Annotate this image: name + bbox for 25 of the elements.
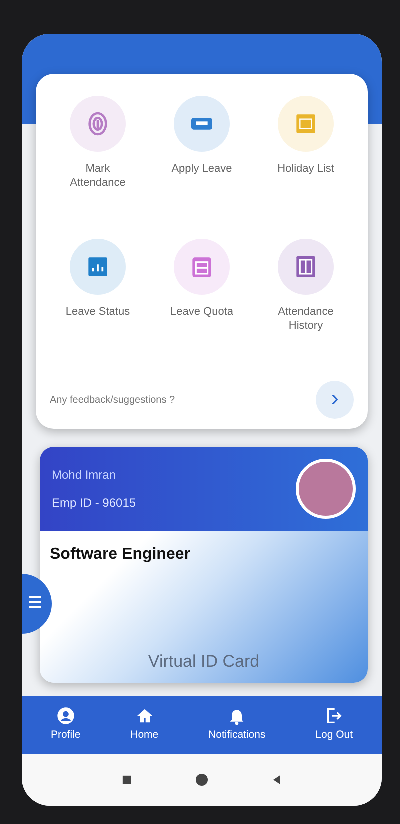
tile-label: Leave Quota [170,304,234,319]
tile-label: Mark Attendance [69,162,127,191]
employee-name: Mohd Imran [52,467,118,484]
designation: Software Engineer [49,545,192,566]
nav-item[interactable]: Profile [50,706,81,744]
nav-item[interactable]: Log Out [316,706,354,744]
tile-label: Holiday List [276,162,336,176]
next-button[interactable]: › [316,381,354,420]
employee-id: Emp ID - 96015 [52,495,136,512]
tile-label: Apply Leave [170,162,234,176]
menu-tile[interactable]: Leave Status [58,238,138,334]
menu-tile[interactable]: Holiday List [266,96,346,191]
nav-item[interactable]: Home [130,706,159,744]
feedback-text: Any feedback/suggestions ? [50,394,176,408]
menu-tile[interactable]: Mark Attendance [58,96,138,191]
menu-tile[interactable]: Apply Leave [162,96,242,191]
home-icon [194,772,210,788]
nav-item[interactable]: Notifications [208,706,266,744]
menu-tile[interactable]: Attendance History [266,238,346,334]
profile-icon [56,706,76,726]
card-caption: Virtual ID Card [147,651,261,674]
recents-icon [120,773,134,787]
tile-label: Attendance History [277,304,335,334]
menu-tile[interactable]: Leave Quota [162,238,242,334]
tile-label: Leave Status [64,304,132,319]
